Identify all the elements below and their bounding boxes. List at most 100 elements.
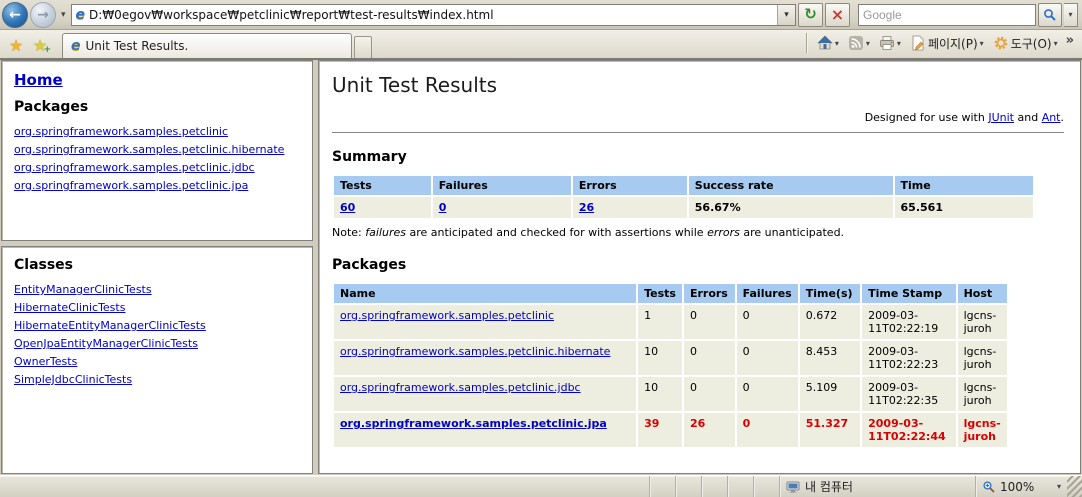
errors-cell: 0 bbox=[684, 377, 735, 411]
divider bbox=[332, 132, 1064, 133]
new-tab-button[interactable] bbox=[354, 36, 372, 58]
column-header: Tests bbox=[334, 176, 431, 195]
home-link[interactable]: Home bbox=[14, 71, 63, 89]
favorites-button[interactable]: ★ bbox=[4, 33, 28, 57]
column-header: Errors bbox=[573, 176, 687, 195]
tab-unit-test-results[interactable]: e Unit Test Results. bbox=[62, 33, 352, 58]
sidebar-package-link[interactable]: org.springframework.samples.petclinic.jp… bbox=[14, 179, 300, 192]
errors-cell: 26 bbox=[684, 413, 735, 447]
tests-cell: 1 bbox=[638, 305, 682, 339]
forward-arrow-icon: → bbox=[37, 7, 49, 23]
column-header: Time Stamp bbox=[862, 284, 955, 303]
main-frame: Unit Test Results Designed for use with … bbox=[318, 60, 1081, 474]
page-menu-label: 페이지(P) bbox=[928, 35, 978, 52]
print-button[interactable]: ▾ bbox=[876, 33, 904, 53]
sidebar-class-link[interactable]: HibernateClinicTests bbox=[14, 301, 300, 314]
errors-count-link[interactable]: 26 bbox=[579, 201, 594, 214]
column-header: Failures bbox=[737, 284, 798, 303]
ant-link[interactable]: Ant bbox=[1042, 111, 1061, 124]
address-bar[interactable]: e ▾ bbox=[71, 4, 796, 26]
timestamp-cell: 2009-03-11T02:22:23 bbox=[862, 341, 955, 375]
forward-button[interactable]: → bbox=[30, 2, 56, 28]
package-link[interactable]: org.springframework.samples.petclinic bbox=[340, 309, 554, 322]
search-input[interactable] bbox=[859, 8, 1035, 22]
printer-icon bbox=[879, 35, 895, 51]
history-dropdown-icon[interactable]: ▾ bbox=[58, 10, 69, 20]
browser-navigation-bar: ← → ▾ e ▾ ↻ × ▾ bbox=[0, 0, 1082, 30]
status-segment bbox=[649, 476, 675, 497]
failures-cell: 0 bbox=[737, 377, 798, 411]
package-link[interactable]: org.springframework.samples.petclinic.jd… bbox=[340, 381, 581, 394]
zoom-level-label: 100% bbox=[1000, 480, 1034, 494]
time-cell: 8.453 bbox=[800, 341, 860, 375]
add-favorite-button[interactable]: ★ + bbox=[28, 33, 52, 57]
status-segment bbox=[753, 476, 779, 497]
refresh-button[interactable]: ↻ bbox=[798, 3, 823, 27]
sidebar-package-link[interactable]: org.springframework.samples.petclinic.jd… bbox=[14, 161, 300, 174]
table-header-row: Tests Failures Errors Success rate Time bbox=[334, 176, 1033, 195]
stop-icon: × bbox=[831, 7, 844, 23]
search-icon bbox=[1043, 8, 1057, 22]
packages-frame: Home Packages org.springframework.sample… bbox=[1, 60, 313, 241]
back-button[interactable]: ← bbox=[2, 2, 28, 28]
packages-section-heading: Packages bbox=[332, 257, 1064, 273]
star-icon: ★ bbox=[9, 36, 23, 55]
summary-note: Note: failures are anticipated and check… bbox=[332, 226, 1064, 239]
feeds-button[interactable]: ▾ bbox=[845, 33, 873, 53]
time-cell: 0.672 bbox=[800, 305, 860, 339]
tests-count-link[interactable]: 60 bbox=[340, 201, 355, 214]
package-link[interactable]: org.springframework.samples.petclinic.jp… bbox=[340, 417, 607, 430]
column-header: Errors bbox=[684, 284, 735, 303]
tab-favicon: e bbox=[71, 39, 81, 53]
package-link[interactable]: org.springframework.samples.petclinic.hi… bbox=[340, 345, 610, 358]
sidebar-class-link[interactable]: HibernateEntityManagerClinicTests bbox=[14, 319, 300, 332]
column-header: Success rate bbox=[689, 176, 893, 195]
status-segment bbox=[701, 476, 727, 497]
column-header: Tests bbox=[638, 284, 682, 303]
sidebar-package-link[interactable]: org.springframework.samples.petclinic.hi… bbox=[14, 143, 300, 156]
page-icon bbox=[910, 35, 926, 51]
package-row: org.springframework.samples.petclinic 1 … bbox=[334, 305, 1007, 339]
timestamp-cell: 2009-03-11T02:22:19 bbox=[862, 305, 955, 339]
zoom-control[interactable]: 100% ▾ bbox=[975, 476, 1067, 497]
toolbar-overflow-button[interactable]: » bbox=[1064, 33, 1078, 54]
host-cell: lgcns-juroh bbox=[958, 377, 1008, 411]
tab-title: Unit Test Results. bbox=[86, 39, 189, 53]
sidebar-package-link[interactable]: org.springframework.samples.petclinic bbox=[14, 125, 300, 138]
failures-count-link[interactable]: 0 bbox=[439, 201, 447, 214]
time-cell: 5.109 bbox=[800, 377, 860, 411]
ie-favicon: e bbox=[76, 8, 86, 22]
sidebar-class-link[interactable]: EntityManagerClinicTests bbox=[14, 283, 300, 296]
search-button[interactable] bbox=[1038, 3, 1062, 27]
security-zone-label: 내 컴퓨터 bbox=[805, 478, 853, 495]
tools-menu-label: 도구(O) bbox=[1011, 35, 1052, 52]
tab-bar: ★ ★ + e Unit Test Results. ▾ ▾ bbox=[0, 30, 1082, 58]
status-segment bbox=[675, 476, 701, 497]
home-button[interactable]: ▾ bbox=[814, 33, 842, 53]
search-dropdown-icon[interactable]: ▾ bbox=[1064, 3, 1078, 27]
sidebar-class-link[interactable]: OwnerTests bbox=[14, 355, 300, 368]
sidebar-class-link[interactable]: OpenJpaEntityManagerClinicTests bbox=[14, 337, 300, 350]
junit-link[interactable]: JUnit bbox=[988, 111, 1014, 124]
sidebar: Home Packages org.springframework.sample… bbox=[0, 60, 316, 475]
summary-table: Tests Failures Errors Success rate Time … bbox=[332, 174, 1035, 220]
packages-table: Name Tests Errors Failures Time(s) Time … bbox=[332, 282, 1009, 449]
classes-frame: Classes EntityManagerClinicTests Hiberna… bbox=[1, 246, 313, 474]
command-toolbar: ▾ ▾ ▾ 페이지(P bbox=[802, 30, 1078, 58]
security-zone-panel: 내 컴퓨터 bbox=[779, 476, 975, 497]
resize-grip[interactable] bbox=[1067, 476, 1082, 497]
page-menu-button[interactable]: 페이지(P) ▾ bbox=[907, 33, 987, 54]
column-header: Time(s) bbox=[800, 284, 860, 303]
sidebar-class-link[interactable]: SimpleJdbcClinicTests bbox=[14, 373, 300, 386]
failures-cell: 0 bbox=[737, 305, 798, 339]
tools-menu-button[interactable]: 도구(O) ▾ bbox=[990, 33, 1061, 54]
stop-button[interactable]: × bbox=[825, 3, 850, 27]
search-box[interactable] bbox=[858, 4, 1036, 26]
column-header: Name bbox=[334, 284, 636, 303]
column-header: Time bbox=[895, 176, 1033, 195]
column-header: Host bbox=[958, 284, 1008, 303]
address-input[interactable] bbox=[89, 8, 773, 22]
zoom-dropdown-icon[interactable]: ▾ bbox=[1057, 482, 1061, 491]
address-dropdown-icon[interactable]: ▾ bbox=[777, 5, 795, 25]
my-computer-icon bbox=[786, 480, 800, 494]
